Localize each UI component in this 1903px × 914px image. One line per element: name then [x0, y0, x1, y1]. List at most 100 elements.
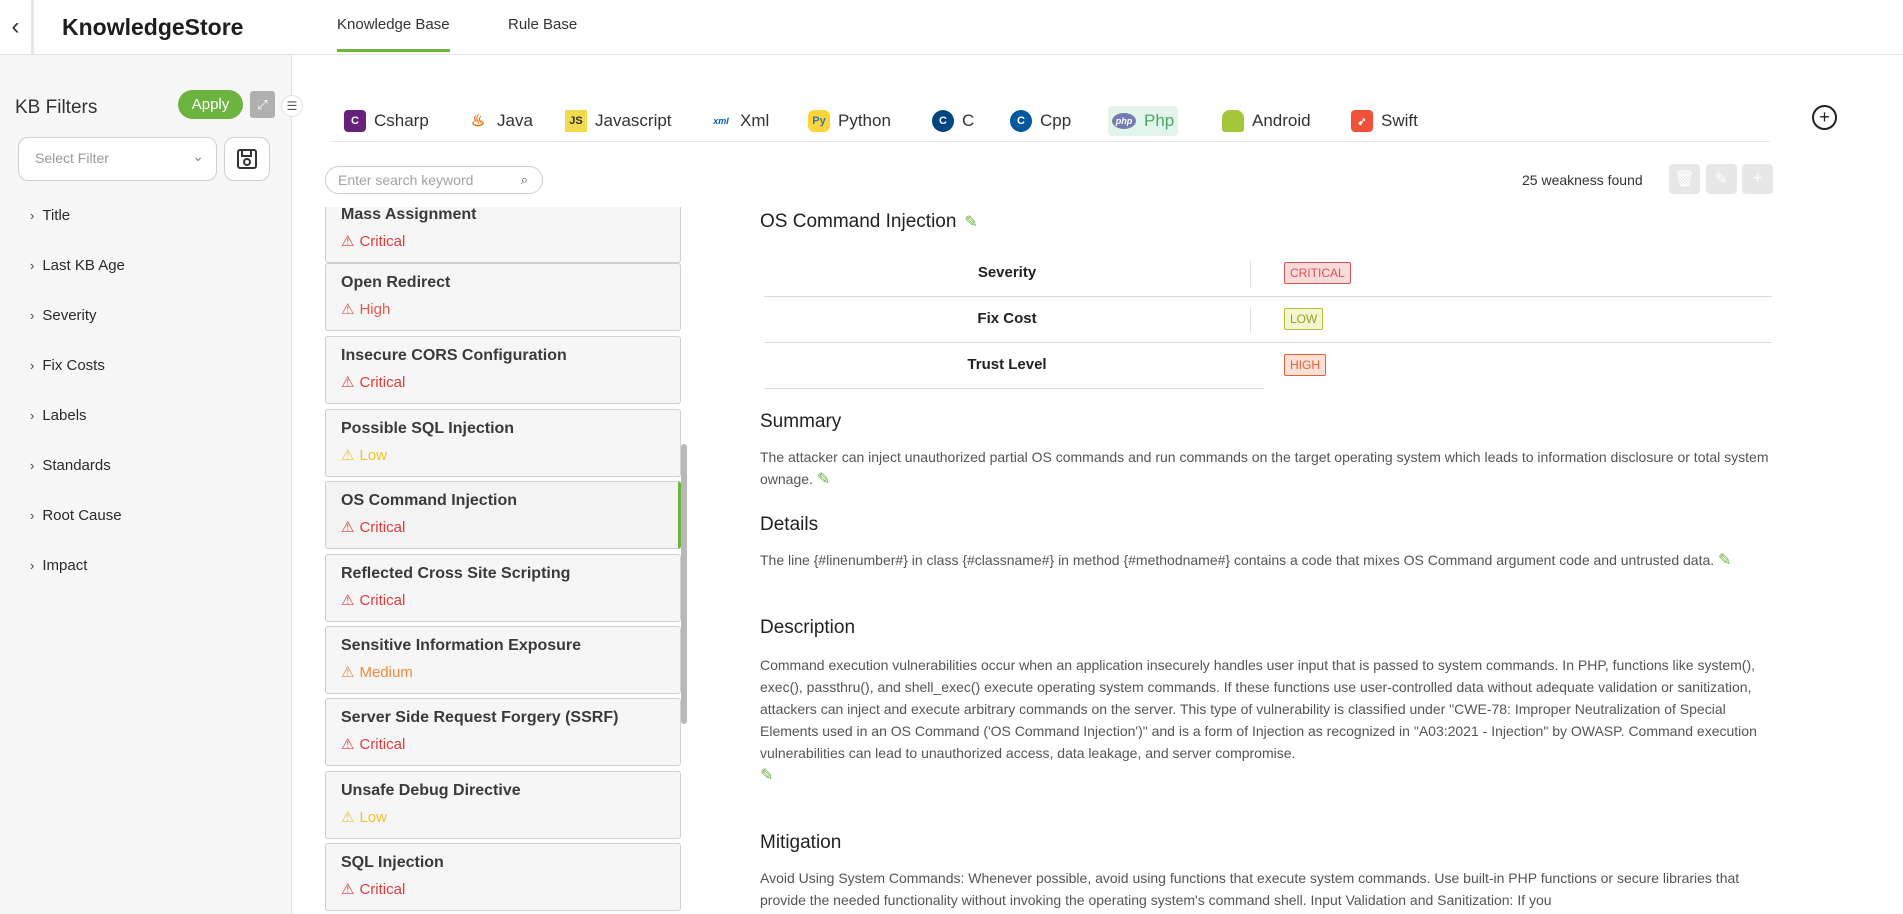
chevron-right-icon: › — [30, 408, 35, 423]
tab-rule-base[interactable]: Rule Base — [508, 16, 577, 49]
warning-icon: ⚠ — [341, 881, 355, 898]
edit-details-icon[interactable]: ✎ — [1718, 552, 1731, 569]
weakness-item[interactable]: Server Side Request Forgery (SSRF) ⚠ Crit… — [325, 698, 681, 766]
description-text: Command execution vulnerabilities occur … — [760, 654, 1772, 787]
divider — [1250, 307, 1251, 333]
lang-tab-label: Java — [497, 111, 533, 130]
summary-body: The attacker can inject unauthorized par… — [760, 449, 1769, 487]
filter-label: Last KB Age — [42, 257, 125, 274]
filter-root-cause[interactable]: › Root Cause — [30, 507, 122, 524]
weakness-item[interactable]: SQL Injection ⚠ Critical — [325, 843, 681, 911]
list-scrollbar[interactable] — [681, 444, 687, 724]
cpp-icon: C — [1010, 110, 1032, 132]
edit-description-icon[interactable]: ✎ — [760, 767, 773, 784]
list-toggle-icon[interactable]: ☰ — [281, 95, 303, 117]
attr-row-fix-cost: Fix Cost LOW — [764, 297, 1772, 343]
lang-tab-cpp[interactable]: C Cpp — [1006, 106, 1075, 136]
trash-icon: 🗑 — [1674, 171, 1695, 188]
attr-row-trust-level: Trust Level HIGH — [764, 343, 1326, 389]
edit-button[interactable]: ✎ — [1706, 164, 1737, 194]
lang-tab-label: Javascript — [595, 111, 672, 130]
chevron-right-icon: › — [30, 558, 35, 573]
weakness-severity: ⚠ Critical — [341, 735, 665, 754]
weakness-item-selected[interactable]: OS Command Injection ⚠ Critical — [325, 481, 681, 549]
filter-label: Labels — [42, 407, 87, 424]
weakness-item[interactable]: Unsafe Debug Directive ⚠ Low — [325, 771, 681, 839]
chevron-right-icon: › — [30, 458, 35, 473]
weakness-name: Open Redirect — [341, 274, 451, 291]
weakness-name: Insecure CORS Configuration — [341, 347, 567, 364]
filter-title[interactable]: › Title — [30, 207, 70, 224]
weakness-name: Possible SQL Injection — [341, 420, 515, 437]
php-icon: php — [1112, 113, 1136, 129]
lang-tab-xml[interactable]: xml Xml — [706, 106, 773, 136]
lang-tab-label: Csharp — [374, 111, 429, 130]
lang-tab-javascript[interactable]: JS Javascript — [561, 106, 676, 136]
description-heading: Description — [760, 617, 856, 638]
apply-button[interactable]: Apply — [178, 90, 243, 119]
edit-summary-icon[interactable]: ✎ — [817, 471, 830, 488]
filter-severity[interactable]: › Severity — [30, 307, 97, 324]
lang-tab-python[interactable]: Py Python — [804, 106, 895, 136]
weakness-name: Reflected Cross Site Scripting — [341, 565, 571, 582]
tab-knowledge-base[interactable]: Knowledge Base — [337, 16, 450, 52]
warning-icon: ⚠ — [341, 301, 355, 318]
filter-last-kb-age[interactable]: › Last KB Age — [30, 257, 125, 274]
summary-heading: Summary — [760, 411, 842, 432]
trust-level-badge: HIGH — [1284, 354, 1326, 376]
weakness-item[interactable]: Mass Assignment ⚠ Critical — [325, 207, 681, 263]
weakness-item[interactable]: Open Redirect ⚠ High — [325, 263, 681, 331]
filter-impact[interactable]: › Impact — [30, 557, 87, 574]
lang-tab-csharp[interactable]: C Csharp — [340, 106, 433, 136]
weakness-severity: ⚠ Critical — [341, 232, 665, 251]
filter-fix-costs[interactable]: › Fix Costs — [30, 357, 105, 374]
weakness-list: Mass Assignment ⚠ Critical Open Redirect … — [325, 207, 681, 914]
details-text: The line {#linenumber#} in class {#class… — [760, 549, 1772, 572]
app-title: KnowledgeStore — [62, 14, 244, 40]
severity-label: Critical — [359, 518, 406, 536]
filter-select[interactable]: Select Filter ⌄ — [18, 137, 217, 181]
lang-tab-php[interactable]: php Php — [1108, 106, 1179, 136]
filter-standards[interactable]: › Standards — [30, 457, 111, 474]
attr-row-severity: Severity CRITICAL — [764, 251, 1772, 297]
attr-label: Trust Level — [967, 356, 1047, 373]
lang-tab-label: C — [962, 111, 975, 130]
lang-tab-android[interactable]: Android — [1218, 106, 1315, 136]
delete-button[interactable]: 🗑 — [1669, 164, 1700, 194]
filter-select-placeholder: Select Filter — [35, 150, 109, 166]
severity-badge: CRITICAL — [1284, 262, 1351, 284]
weakness-item[interactable]: Insecure CORS Configuration ⚠ Critical — [325, 336, 681, 404]
xml-icon: xml — [713, 116, 729, 126]
swift-icon: ➹ — [1351, 110, 1373, 132]
filter-label: Severity — [42, 307, 97, 324]
expand-icon[interactable]: ⤢ — [250, 91, 275, 118]
java-icon: ♨ — [470, 113, 486, 130]
c-icon: C — [932, 110, 954, 132]
add-weakness-button[interactable]: + — [1742, 164, 1773, 194]
attr-label: Fix Cost — [977, 310, 1037, 327]
weakness-count: 25 weakness found — [1522, 172, 1643, 188]
lang-tab-java[interactable]: ♨ Java — [463, 106, 537, 136]
lang-tab-label: Swift — [1381, 111, 1418, 130]
weakness-item[interactable]: Possible SQL Injection ⚠ Low — [325, 409, 681, 477]
weakness-item[interactable]: Sensitive Information Exposure ⚠ Medium — [325, 626, 681, 694]
add-language-icon[interactable]: + — [1812, 105, 1837, 130]
search-input[interactable]: Enter search keyword ⌕ — [325, 166, 543, 194]
warning-icon: ⚠ — [341, 233, 355, 250]
filter-labels[interactable]: › Labels — [30, 407, 87, 424]
details-body: The line {#linenumber#} in class {#class… — [760, 552, 1715, 568]
description-body: Command execution vulnerabilities occur … — [760, 657, 1757, 761]
severity-label: High — [359, 300, 391, 318]
weakness-name: Mass Assignment — [341, 207, 477, 223]
details-heading: Details — [760, 514, 819, 535]
lang-tab-swift[interactable]: ➹ Swift — [1347, 106, 1422, 136]
save-filter-button[interactable] — [224, 137, 270, 181]
chevron-right-icon: › — [30, 508, 35, 523]
filter-label: Root Cause — [42, 507, 122, 524]
severity-label: Critical — [359, 232, 406, 250]
search-icon: ⌕ — [520, 172, 528, 187]
back-icon[interactable]: ‹ — [0, 0, 34, 54]
lang-tab-c[interactable]: C C — [928, 106, 978, 136]
edit-title-icon[interactable]: ✎ — [964, 212, 977, 232]
weakness-item[interactable]: Reflected Cross Site Scripting ⚠ Critical — [325, 554, 681, 622]
